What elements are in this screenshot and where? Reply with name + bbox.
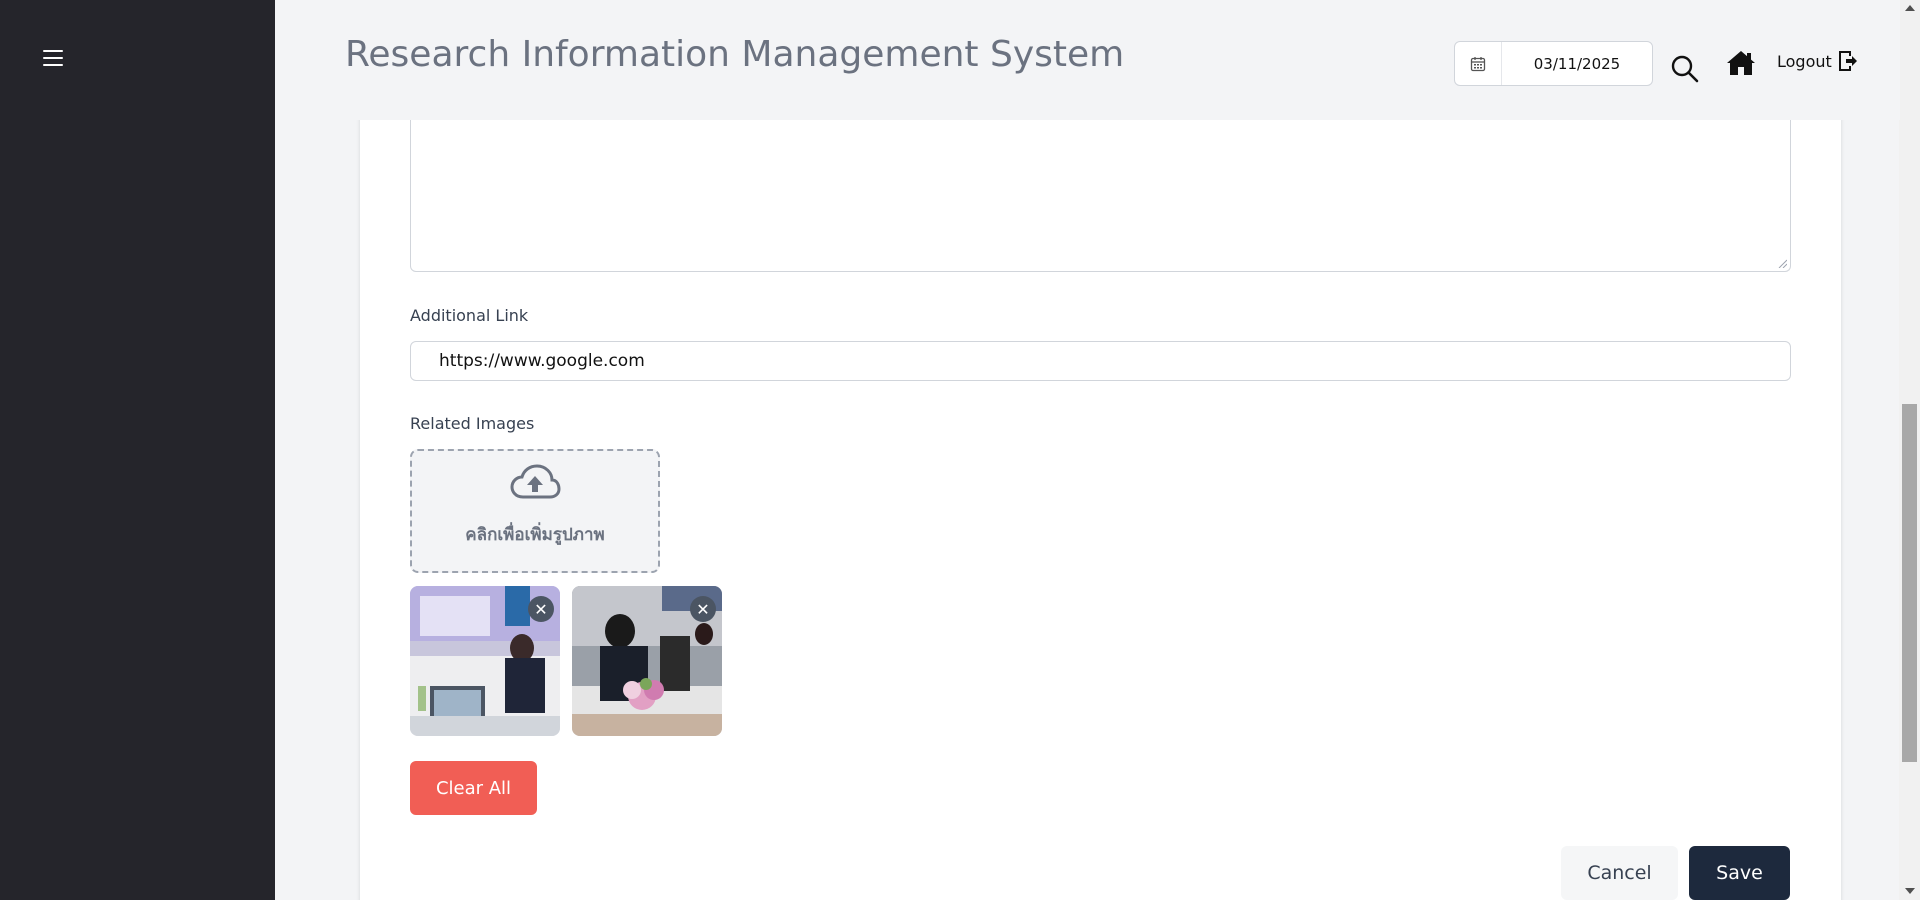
scroll-down-arrow-icon[interactable] (1905, 888, 1915, 894)
additional-link-input[interactable]: https://www.google.com (410, 341, 1791, 381)
related-images-label: Related Images (410, 414, 535, 433)
cancel-button[interactable]: Cancel (1561, 846, 1678, 900)
image-thumbnail: ✕ (572, 586, 722, 736)
logout-icon (1838, 51, 1857, 71)
save-button[interactable]: Save (1689, 846, 1790, 900)
form-card: Additional Link https://www.google.com R… (360, 100, 1841, 900)
top-header: Research Information Management System 0… (275, 0, 1900, 120)
additional-link-label: Additional Link (410, 306, 529, 325)
remove-image-button[interactable]: ✕ (528, 596, 554, 622)
hamburger-menu-icon[interactable] (43, 50, 63, 66)
main-content: Additional Link https://www.google.com R… (275, 0, 1900, 900)
additional-link-value: https://www.google.com (439, 351, 645, 371)
image-upload-dropzone[interactable]: คลิกเพื่อเพิ่มรูปภาพ (410, 449, 660, 573)
search-icon[interactable] (1670, 54, 1700, 84)
cloud-upload-icon (510, 464, 561, 499)
logout-button[interactable]: Logout (1777, 51, 1858, 71)
page-title: Research Information Management System (345, 34, 1125, 75)
clear-all-button[interactable]: Clear All (410, 761, 537, 815)
remove-image-button[interactable]: ✕ (690, 596, 716, 622)
upload-instruction: คลิกเพื่อเพิ่มรูปภาพ (465, 525, 605, 545)
date-picker[interactable]: 03/11/2025 (1454, 41, 1653, 86)
sidebar (0, 0, 275, 900)
resize-grip-icon[interactable] (1777, 258, 1787, 268)
logout-label: Logout (1777, 51, 1832, 71)
home-icon[interactable] (1726, 49, 1756, 77)
description-textarea[interactable] (410, 100, 1791, 272)
date-value: 03/11/2025 (1533, 54, 1621, 73)
page-scrollbar[interactable] (1899, 0, 1920, 900)
close-icon: ✕ (534, 599, 548, 619)
scrollbar-thumb[interactable] (1902, 404, 1917, 762)
scroll-up-arrow-icon[interactable] (1905, 5, 1915, 11)
close-icon: ✕ (696, 599, 710, 619)
calendar-icon[interactable] (1455, 42, 1502, 85)
image-thumbnail: ✕ (410, 586, 560, 736)
